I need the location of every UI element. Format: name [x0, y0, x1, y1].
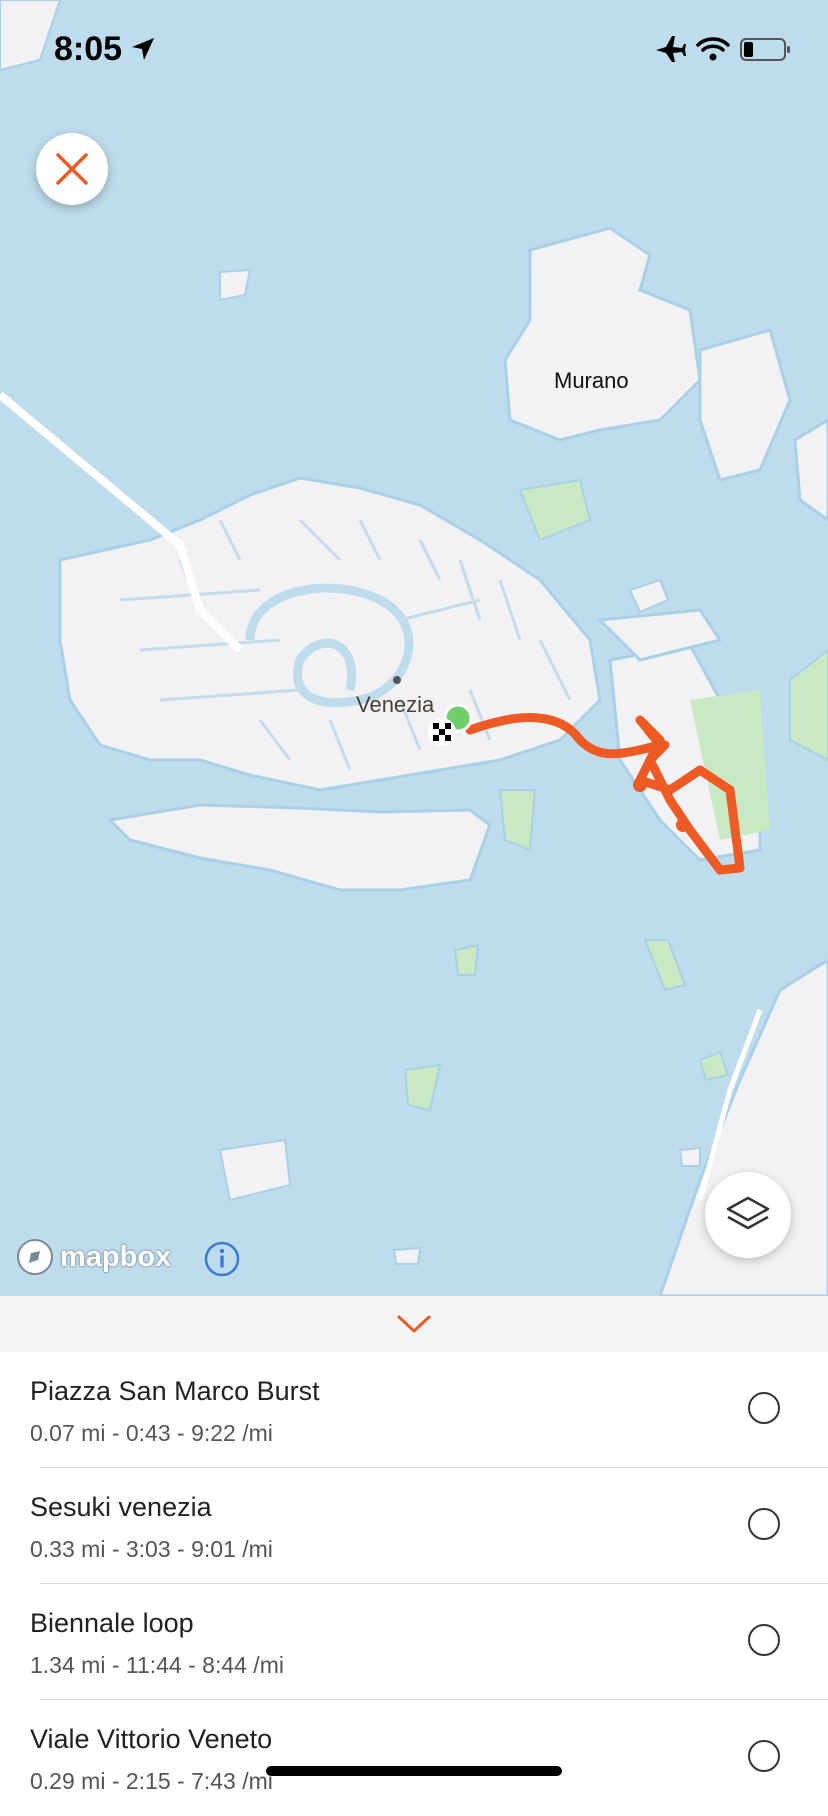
map-label-venezia: Venezia: [356, 692, 435, 717]
home-indicator[interactable]: [266, 1766, 562, 1776]
airplane-icon: [656, 36, 686, 62]
activity-row[interactable]: Piazza San Marco Burst 0.07 mi - 0:43 - …: [0, 1352, 828, 1468]
activity-meta: 0.29 mi - 2:15 - 7:43 /mi: [30, 1768, 273, 1794]
wifi-icon: [696, 37, 730, 61]
activity-meta: 0.07 mi - 0:43 - 9:22 /mi: [30, 1420, 273, 1446]
activity-select-radio[interactable]: [748, 1624, 780, 1656]
close-button[interactable]: [36, 133, 108, 205]
status-time: 8:05: [54, 30, 123, 68]
layers-icon: [726, 1196, 770, 1230]
status-icons: [654, 34, 794, 69]
map-label-murano: Murano: [554, 368, 629, 393]
close-icon: [56, 153, 88, 185]
activity-row[interactable]: Viale Vittorio Veneto 0.29 mi - 2:15 - 7…: [0, 1700, 828, 1816]
info-icon[interactable]: [204, 1241, 240, 1277]
activity-select-radio[interactable]: [748, 1508, 780, 1540]
activity-title: Piazza San Marco Burst: [30, 1376, 320, 1406]
checkered-flag-icon: [428, 718, 456, 746]
mapbox-mark-icon: [17, 1239, 53, 1275]
activity-title: Biennale loop: [30, 1608, 194, 1638]
map-layers-button[interactable]: [705, 1172, 791, 1258]
giudecca-island: [106, 803, 492, 892]
status-bar: 8:05: [0, 0, 828, 100]
activity-list: Piazza San Marco Burst 0.07 mi - 0:43 - …: [0, 1352, 828, 1816]
sheet-collapse-handle[interactable]: [0, 1296, 828, 1352]
map-view[interactable]: Murano Venezia mapbox: [0, 0, 828, 1296]
activity-meta: 0.33 mi - 3:03 - 9:01 /mi: [30, 1536, 273, 1562]
activity-select-radio[interactable]: [748, 1392, 780, 1424]
murano-island: [503, 226, 702, 442]
chevron-down-icon: [397, 1315, 431, 1333]
battery-icon: [740, 38, 790, 61]
mapbox-wordmark: mapbox: [60, 1240, 172, 1273]
mapbox-logo[interactable]: mapbox: [16, 1238, 171, 1276]
activity-row[interactable]: Sesuki venezia 0.33 mi - 3:03 - 9:01 /mi: [0, 1468, 828, 1584]
activity-meta: 1.34 mi - 11:44 - 8:44 /mi: [30, 1652, 284, 1678]
location-arrow-icon: [132, 38, 154, 60]
activity-select-radio[interactable]: [748, 1740, 780, 1772]
activity-title: Viale Vittorio Veneto: [30, 1724, 273, 1754]
activity-title: Sesuki venezia: [30, 1492, 212, 1522]
map-canvas: [0, 0, 828, 1296]
activity-row[interactable]: Biennale loop 1.34 mi - 11:44 - 8:44 /mi: [0, 1584, 828, 1700]
